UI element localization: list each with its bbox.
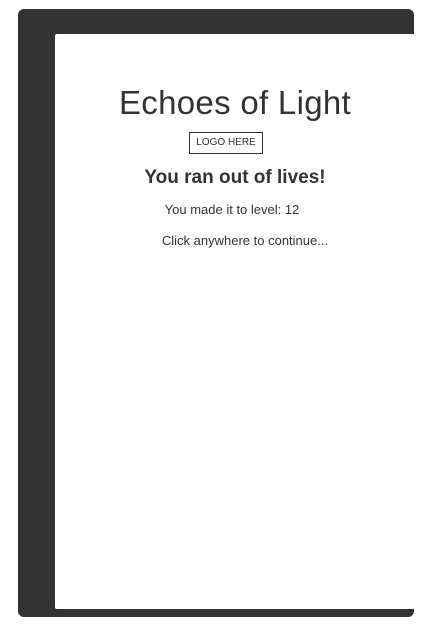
level-reached-text: You made it to level: 12 [164,202,300,217]
game-over-screen[interactable]: Echoes of Light LOGO HERE You ran out of… [55,34,415,609]
device-frame: Echoes of Light LOGO HERE You ran out of… [18,9,415,617]
logo-placeholder: LOGO HERE [189,132,263,154]
continue-prompt: Click anywhere to continue... [161,233,329,248]
game-over-message: You ran out of lives! [144,167,326,188]
game-title: Echoes of Light [119,84,351,121]
